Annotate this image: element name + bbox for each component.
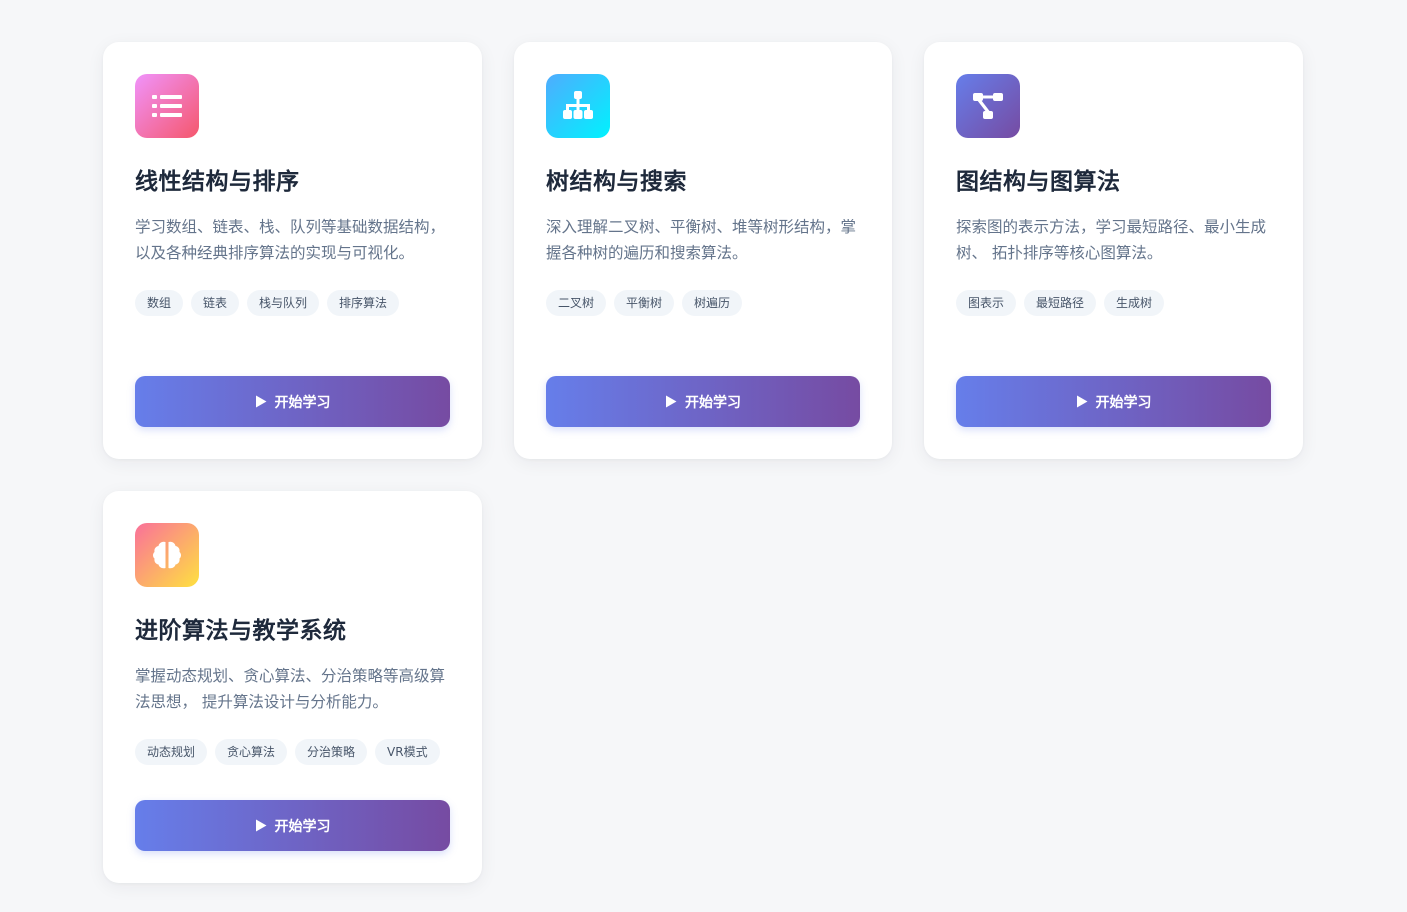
card-description: 深入理解二叉树、平衡树、堆等树形结构，掌握各种树的遍历和搜索算法。 xyxy=(546,218,857,262)
project-diagram-icon xyxy=(956,74,1020,138)
button-label: 开始学习 xyxy=(274,394,331,411)
list-icon xyxy=(135,74,199,138)
tag: 图表示 xyxy=(956,290,1017,316)
play-icon xyxy=(255,395,266,408)
tag: 树遍历 xyxy=(682,290,743,316)
card-title: 线性结构与排序 xyxy=(135,169,300,195)
card-description: 掌握动态规划、贪心算法、分治策略等高级算法思想， 提升算法设计与分析能力。 xyxy=(135,667,446,711)
tag: 贪心算法 xyxy=(215,739,288,765)
course-grid: 线性结构与排序 学习数组、链表、栈、队列等基础数据结构， 以及各种经典排序算法的… xyxy=(103,42,1303,883)
tag: 生成树 xyxy=(1104,290,1165,316)
start-learning-button[interactable]: 开始学习 xyxy=(546,376,860,427)
tag: 链表 xyxy=(191,290,240,316)
course-card-graph: 图结构与图算法 探索图的表示方法，学习最短路径、最小生成树、 拓扑排序等核心图算… xyxy=(924,42,1303,459)
card-description: 学习数组、链表、栈、队列等基础数据结构， 以及各种经典排序算法的实现与可视化。 xyxy=(135,218,446,262)
tag: 最短路径 xyxy=(1024,290,1097,316)
card-title: 树结构与搜索 xyxy=(546,169,687,195)
tag: 数组 xyxy=(135,290,184,316)
tag: 动态规划 xyxy=(135,739,208,765)
tag-list: 数组 链表 栈与队列 排序算法 xyxy=(135,290,450,316)
button-label: 开始学习 xyxy=(685,394,741,411)
button-label: 开始学习 xyxy=(274,818,331,835)
course-card-advanced: 进阶算法与教学系统 掌握动态规划、贪心算法、分治策略等高级算法思想， 提升算法设… xyxy=(103,491,482,883)
play-icon xyxy=(666,395,677,408)
start-learning-button[interactable]: 开始学习 xyxy=(135,376,450,427)
tag: 二叉树 xyxy=(546,290,607,316)
tag-list: 图表示 最短路径 生成树 xyxy=(956,290,1271,316)
tag: 分治策略 xyxy=(295,739,368,765)
card-title: 进阶算法与教学系统 xyxy=(135,618,347,644)
start-learning-button[interactable]: 开始学习 xyxy=(135,800,450,851)
tag: 平衡树 xyxy=(614,290,675,316)
sitemap-icon xyxy=(546,74,610,138)
play-icon xyxy=(1076,395,1087,408)
tag: 排序算法 xyxy=(327,290,400,316)
tag-list: 二叉树 平衡树 树遍历 xyxy=(546,290,860,316)
start-learning-button[interactable]: 开始学习 xyxy=(956,376,1271,427)
course-card-linear: 线性结构与排序 学习数组、链表、栈、队列等基础数据结构， 以及各种经典排序算法的… xyxy=(103,42,482,459)
tag-list: 动态规划 贪心算法 分治策略 VR模式 xyxy=(135,739,450,765)
button-label: 开始学习 xyxy=(1095,394,1152,411)
course-card-tree: 树结构与搜索 深入理解二叉树、平衡树、堆等树形结构，掌握各种树的遍历和搜索算法。… xyxy=(514,42,892,459)
brain-icon xyxy=(135,523,199,587)
tag: VR模式 xyxy=(375,739,440,765)
play-icon xyxy=(255,819,266,832)
card-description: 探索图的表示方法，学习最短路径、最小生成树、 拓扑排序等核心图算法。 xyxy=(956,218,1267,262)
card-title: 图结构与图算法 xyxy=(956,169,1121,195)
tag: 栈与队列 xyxy=(247,290,320,316)
